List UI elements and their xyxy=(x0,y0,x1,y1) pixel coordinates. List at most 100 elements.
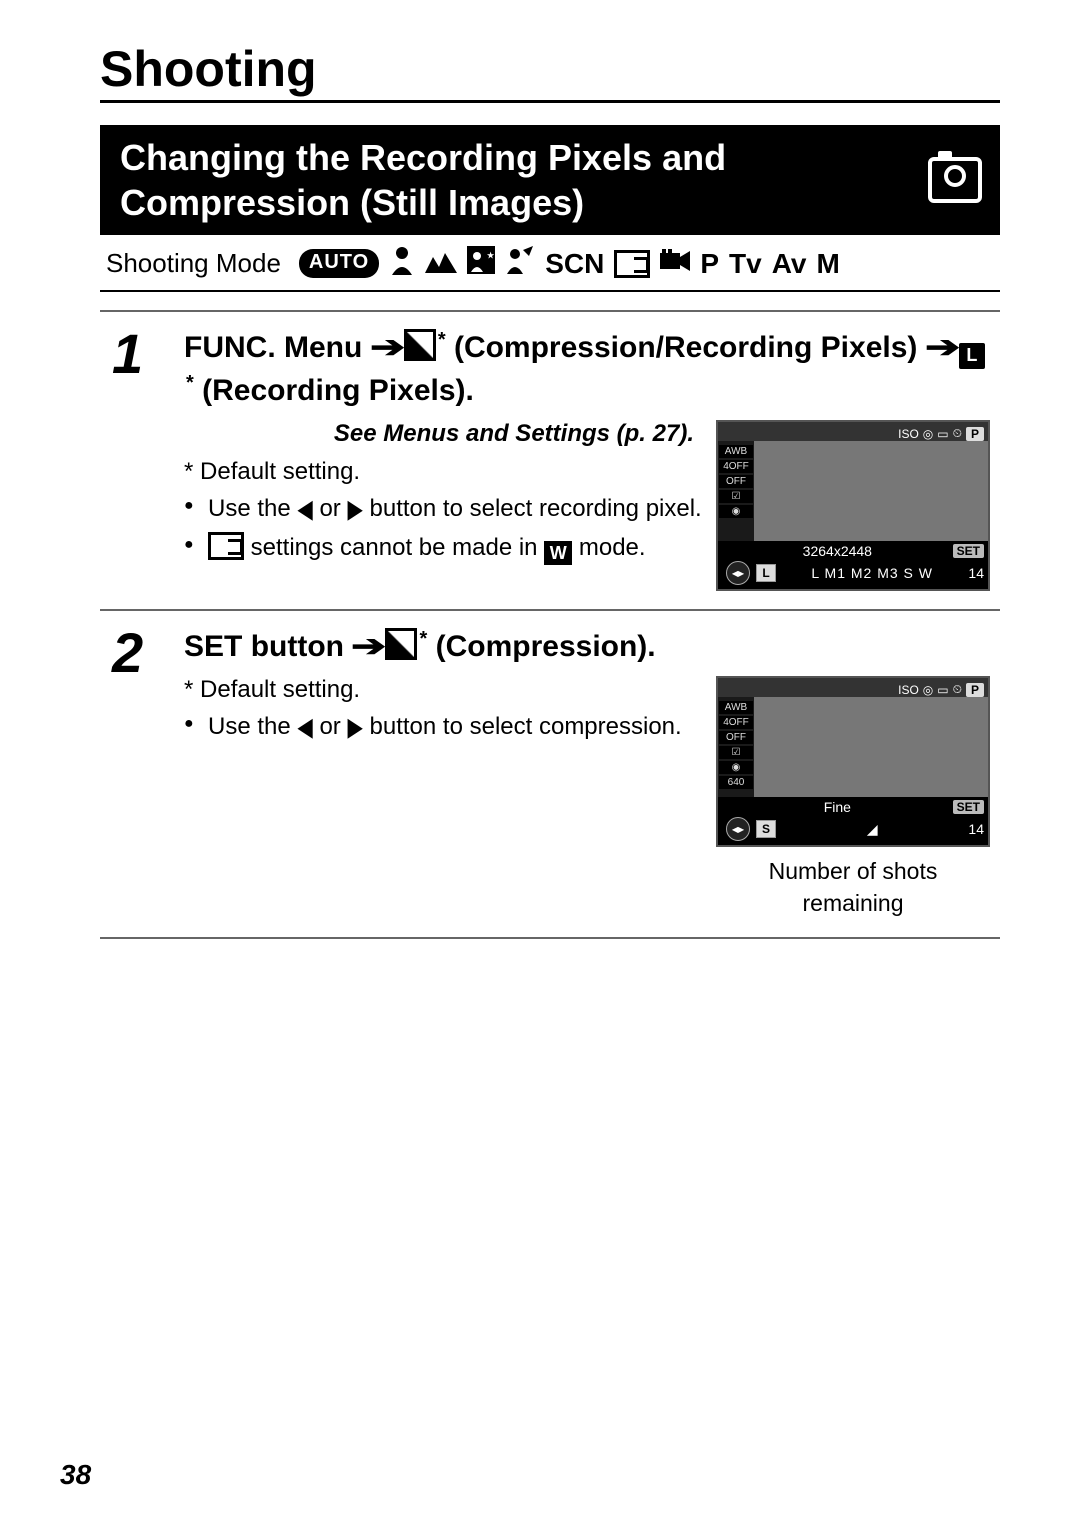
asterisk: * xyxy=(186,372,194,394)
recording-pixels-L-icon: L xyxy=(959,343,985,369)
bullet-text: button to select compression. xyxy=(363,713,682,740)
right-arrow-icon: ▶ xyxy=(347,492,362,530)
auto-mode-pill: AUTO xyxy=(299,249,379,278)
p-mode-badge: P xyxy=(966,683,984,697)
callout-line xyxy=(888,835,938,838)
stitch-assist-icon xyxy=(208,532,244,560)
sidebar-item: AWB xyxy=(719,701,753,714)
rect-icon: ▭ xyxy=(937,683,948,697)
section-title: Changing the Recording Pixels and Compre… xyxy=(120,135,908,225)
sidebar-item: ◉ xyxy=(719,761,753,774)
see-menus-ref: See Menus and Settings (p. 27). xyxy=(184,420,702,448)
compression-readout: Fine xyxy=(824,799,851,815)
camera-icon xyxy=(928,157,982,203)
right-arrow-icon: ▶ xyxy=(347,710,362,748)
p-mode-badge: P xyxy=(966,427,984,441)
size-options: L M1 M2 M3 S W xyxy=(811,565,933,581)
kids-pets-mode-icon xyxy=(505,246,535,281)
landscape-mode-icon xyxy=(425,248,457,280)
bullet-text: Use the xyxy=(208,713,297,740)
step-2-text: (Compression). xyxy=(436,630,656,663)
portrait-mode-icon xyxy=(389,245,415,282)
step-1-text-a: (Compression/Recording Pixels) xyxy=(454,331,917,364)
shooting-mode-label: Shooting Mode xyxy=(106,246,281,281)
lcd-preview-2: ISO ◎ ▭ ⏲ P AWB 4OFF OFF xyxy=(716,676,990,847)
rocker-icon: ◀▶ xyxy=(726,817,750,841)
compression-icon xyxy=(404,329,436,361)
sidebar-item: OFF xyxy=(719,475,753,488)
step-row-1: 1 FUNC. Menu ➔ * (Compression/Recording P… xyxy=(100,311,1000,610)
bullet-text: settings cannot be made in xyxy=(244,534,544,561)
left-arrow-icon: ◀ xyxy=(297,710,312,748)
sidebar-item: ☑ xyxy=(719,746,753,759)
caption-text: Number of shots xyxy=(769,858,938,884)
sidebar-item: AWB xyxy=(719,445,753,458)
func-menu-label: FUNC. Menu xyxy=(184,331,362,364)
scn-mode-label: SCN xyxy=(545,248,604,280)
lcd-sidebar: AWB 4OFF OFF ☑ ◉ xyxy=(718,441,754,541)
sidebar-item: OFF xyxy=(719,731,753,744)
left-arrow-icon: ◀ xyxy=(297,492,312,530)
caption-text: remaining xyxy=(716,887,990,919)
av-mode-label: Av xyxy=(772,248,807,280)
compression-icon xyxy=(385,628,417,660)
shots-remaining: 14 xyxy=(968,821,984,837)
sidebar-item: ◉ xyxy=(719,505,753,518)
target-icon: ◎ xyxy=(923,683,933,697)
m-mode-label: M xyxy=(816,248,839,280)
target-icon: ◎ xyxy=(923,427,933,441)
page: Shooting Changing the Recording Pixels a… xyxy=(0,0,1080,1521)
shots-remaining: 14 xyxy=(968,565,984,581)
page-number: 38 xyxy=(60,1459,91,1491)
step-number: 1 xyxy=(100,311,172,610)
step-number: 2 xyxy=(100,610,172,938)
step-1-bullet-1: Use the ◀ or ▶ button to select recordin… xyxy=(184,492,702,527)
widescreen-icon: W xyxy=(544,541,572,565)
shots-remaining-caption: Number of shots remaining xyxy=(716,855,990,919)
set-button-label: SET xyxy=(184,630,242,663)
step-2-bullet-1: Use the ◀ or ▶ button to select compress… xyxy=(184,710,702,745)
tv-mode-label: Tv xyxy=(729,248,762,280)
shooting-mode-bar: Shooting Mode AUTO ★ SCN P Tv Av M xyxy=(100,235,1000,292)
mode-icon-strip: AUTO ★ SCN P Tv Av M xyxy=(299,245,840,282)
night-portrait-mode-icon: ★ xyxy=(467,246,495,281)
lcd-viewport xyxy=(754,441,988,541)
step-1-bullet-2: settings cannot be made in W mode. xyxy=(184,531,702,566)
p-mode-label: P xyxy=(700,248,719,280)
bullet-text: or xyxy=(313,495,348,522)
step-body-1: FUNC. Menu ➔ * (Compression/Recording Pix… xyxy=(172,311,1000,610)
resolution-readout: 3264x2448 xyxy=(803,543,872,559)
arrow-icon: ➔ xyxy=(925,327,960,369)
rocker-icon: ◀▶ xyxy=(726,561,750,585)
default-setting-note: * Default setting. xyxy=(184,458,702,486)
arrow-icon: ➔ xyxy=(351,626,386,668)
rect-icon: ▭ xyxy=(937,427,948,441)
iso-icon: ISO xyxy=(898,683,919,697)
arrow-icon: ➔ xyxy=(370,327,405,369)
bullet-text: Use the xyxy=(208,495,297,522)
selftimer-icon: ⏲ xyxy=(953,426,962,441)
stitch-assist-mode-icon xyxy=(614,248,650,280)
bullet-text: or xyxy=(313,713,348,740)
lcd-preview-1: ISO ◎ ▭ ⏲ P AWB 4OFF OFF xyxy=(716,420,990,591)
lcd-top-icons: ISO ◎ ▭ ⏲ P xyxy=(718,422,988,441)
button-word: button xyxy=(242,630,344,663)
step-row-2: 2 SET button ➔ * (Compression). * Default… xyxy=(100,610,1000,938)
sidebar-item: 4OFF xyxy=(719,716,753,729)
asterisk: * xyxy=(419,628,427,650)
default-setting-note: * Default setting. xyxy=(184,676,702,704)
sidebar-item: 640 xyxy=(719,776,753,789)
set-badge: SET xyxy=(953,800,984,814)
lcd-sidebar: AWB 4OFF OFF ☑ ◉ 640 xyxy=(718,697,754,797)
step-1-heading: FUNC. Menu ➔ * (Compression/Recording Pix… xyxy=(184,326,990,412)
asterisk: * xyxy=(438,329,446,351)
lcd-top-icons: ISO ◎ ▭ ⏲ P xyxy=(718,678,988,697)
lcd-viewport xyxy=(754,697,988,797)
sidebar-item: 4OFF xyxy=(719,460,753,473)
selftimer-icon: ⏲ xyxy=(953,682,962,697)
svg-text:★: ★ xyxy=(487,251,495,260)
step-1-text-b: (Recording Pixels). xyxy=(202,374,474,407)
section-header: Changing the Recording Pixels and Compre… xyxy=(100,125,1000,235)
sidebar-item: ☑ xyxy=(719,490,753,503)
bullet-text: mode. xyxy=(572,534,645,561)
